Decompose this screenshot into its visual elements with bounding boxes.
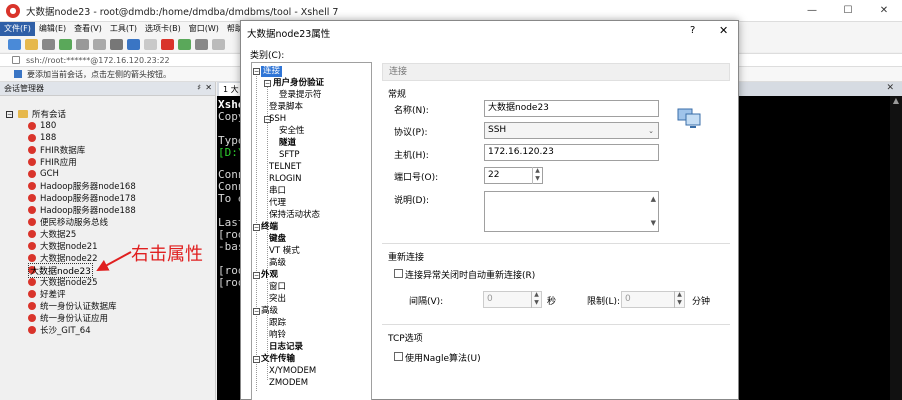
tree-node-ssh[interactable]: SSH — [269, 114, 286, 125]
interval-value: 0 — [487, 294, 493, 304]
host-label: 主机(H): — [394, 151, 429, 161]
network-computer-icon — [677, 108, 701, 128]
scroll-down-icon[interactable]: ▼ — [651, 216, 656, 231]
tree-node-advanced-group[interactable]: 高级 — [261, 306, 278, 317]
annotation-arrow-to-session — [96, 251, 132, 271]
category-label: 类别(C): — [250, 51, 285, 61]
tree-node-terminal[interactable]: 终端 — [261, 222, 278, 233]
nagle-checkbox[interactable] — [394, 352, 403, 361]
tree-node-serial[interactable]: 串口 — [269, 186, 286, 197]
tree-node-connection[interactable]: 连接 — [261, 66, 283, 77]
dialog-close-button[interactable]: ✕ — [719, 24, 728, 37]
tree-node-highlight[interactable]: 突出 — [269, 294, 286, 305]
protocol-select[interactable]: SSH ⌄ — [484, 122, 659, 139]
limit-field[interactable]: 0 ▲ ▼ — [621, 291, 685, 308]
port-stepper[interactable]: ▲ ▼ — [532, 167, 542, 184]
nagle-checkbox-label[interactable]: 使用Nagle算法(U) — [405, 351, 481, 364]
tree-node-logging[interactable]: 日志记录 — [269, 342, 303, 353]
tcp-group-label: TCP选项 — [388, 334, 423, 344]
port-field[interactable]: 22 ▲ ▼ — [484, 167, 543, 184]
collapse-icon[interactable]: − — [253, 356, 260, 363]
collapse-icon[interactable]: − — [253, 272, 260, 279]
name-field[interactable]: 大数据node23 — [484, 100, 659, 117]
divider — [382, 324, 730, 325]
tree-node-login-script[interactable]: 登录脚本 — [269, 102, 303, 113]
chevron-down-icon: ⌄ — [648, 127, 654, 135]
tree-line — [256, 73, 257, 391]
tree-node-appearance[interactable]: 外观 — [261, 270, 278, 281]
tree-node-xymodem[interactable]: X/YMODEM — [269, 366, 316, 377]
reconnect-group-label: 重新连接 — [388, 253, 425, 263]
collapse-icon[interactable]: − — [253, 308, 260, 315]
tree-node-file-transfer[interactable]: 文件传输 — [261, 354, 295, 365]
limit-label: 限制(L): — [587, 297, 621, 307]
reconnect-checkbox[interactable] — [394, 269, 403, 278]
collapse-icon[interactable]: − — [253, 224, 260, 231]
description-label: 说明(D): — [394, 196, 429, 206]
tree-node-window[interactable]: 窗口 — [269, 282, 286, 293]
section-header: 连接 — [382, 63, 730, 81]
interval-field[interactable]: 0 ▲ ▼ — [483, 291, 542, 308]
tree-node-bell[interactable]: 响铃 — [269, 330, 286, 341]
protocol-value: SSH — [488, 125, 507, 135]
tree-node-proxy[interactable]: 代理 — [269, 198, 286, 209]
dialog-title: 大数据node23属性 — [247, 29, 331, 40]
tree-node-telnet[interactable]: TELNET — [269, 162, 301, 173]
name-label: 名称(N): — [394, 106, 429, 116]
description-field[interactable]: ▲ ▼ — [484, 191, 659, 232]
limit-value: 0 — [625, 294, 631, 304]
category-tree: − 连接 − 用户身份验证 登录提示符 登录脚本 − SSH 安全性 隧道 SF… — [251, 62, 372, 400]
tree-node-login-prompt[interactable]: 登录提示符 — [279, 90, 322, 101]
tree-node-sftp[interactable]: SFTP — [279, 150, 299, 161]
seconds-label: 秒 — [547, 297, 557, 307]
tree-node-security[interactable]: 安全性 — [279, 126, 305, 137]
tree-node-tunnel[interactable]: 隧道 — [279, 138, 296, 149]
collapse-icon[interactable]: − — [264, 80, 271, 87]
tree-node-keyboard[interactable]: 键盘 — [269, 234, 286, 245]
help-button[interactable]: ? — [690, 25, 695, 36]
port-label: 端口号(O): — [394, 173, 439, 183]
tree-node-advanced[interactable]: 高级 — [269, 258, 286, 269]
session-properties-dialog: 大数据node23属性 ? ✕ 类别(C): − 连接 − 用户身份验证 登录提… — [240, 20, 739, 400]
tree-node-user-auth[interactable]: 用户身份验证 — [273, 78, 324, 89]
interval-label: 间隔(V): — [409, 297, 444, 307]
interval-stepper[interactable]: ▲ ▼ — [531, 291, 541, 308]
tree-node-rlogin[interactable]: RLOGIN — [269, 174, 301, 185]
tree-node-vt-mode[interactable]: VT 模式 — [269, 246, 300, 257]
protocol-label: 协议(P): — [394, 128, 428, 138]
general-group-label: 常规 — [388, 90, 407, 100]
minutes-label: 分钟 — [692, 297, 711, 307]
divider — [382, 243, 730, 244]
tree-node-keepalive[interactable]: 保持活动状态 — [269, 210, 320, 221]
collapse-icon[interactable]: − — [253, 68, 260, 75]
tree-node-zmodem[interactable]: ZMODEM — [269, 378, 308, 389]
port-value: 22 — [488, 170, 500, 180]
host-field[interactable]: 172.16.120.23 — [484, 144, 659, 161]
tree-node-trace[interactable]: 跟踪 — [269, 318, 286, 329]
reconnect-checkbox-label[interactable]: 连接异常关闭时自动重新连接(R) — [405, 268, 535, 281]
scroll-up-icon[interactable]: ▲ — [651, 192, 656, 207]
limit-stepper[interactable]: ▲ ▼ — [674, 291, 684, 308]
